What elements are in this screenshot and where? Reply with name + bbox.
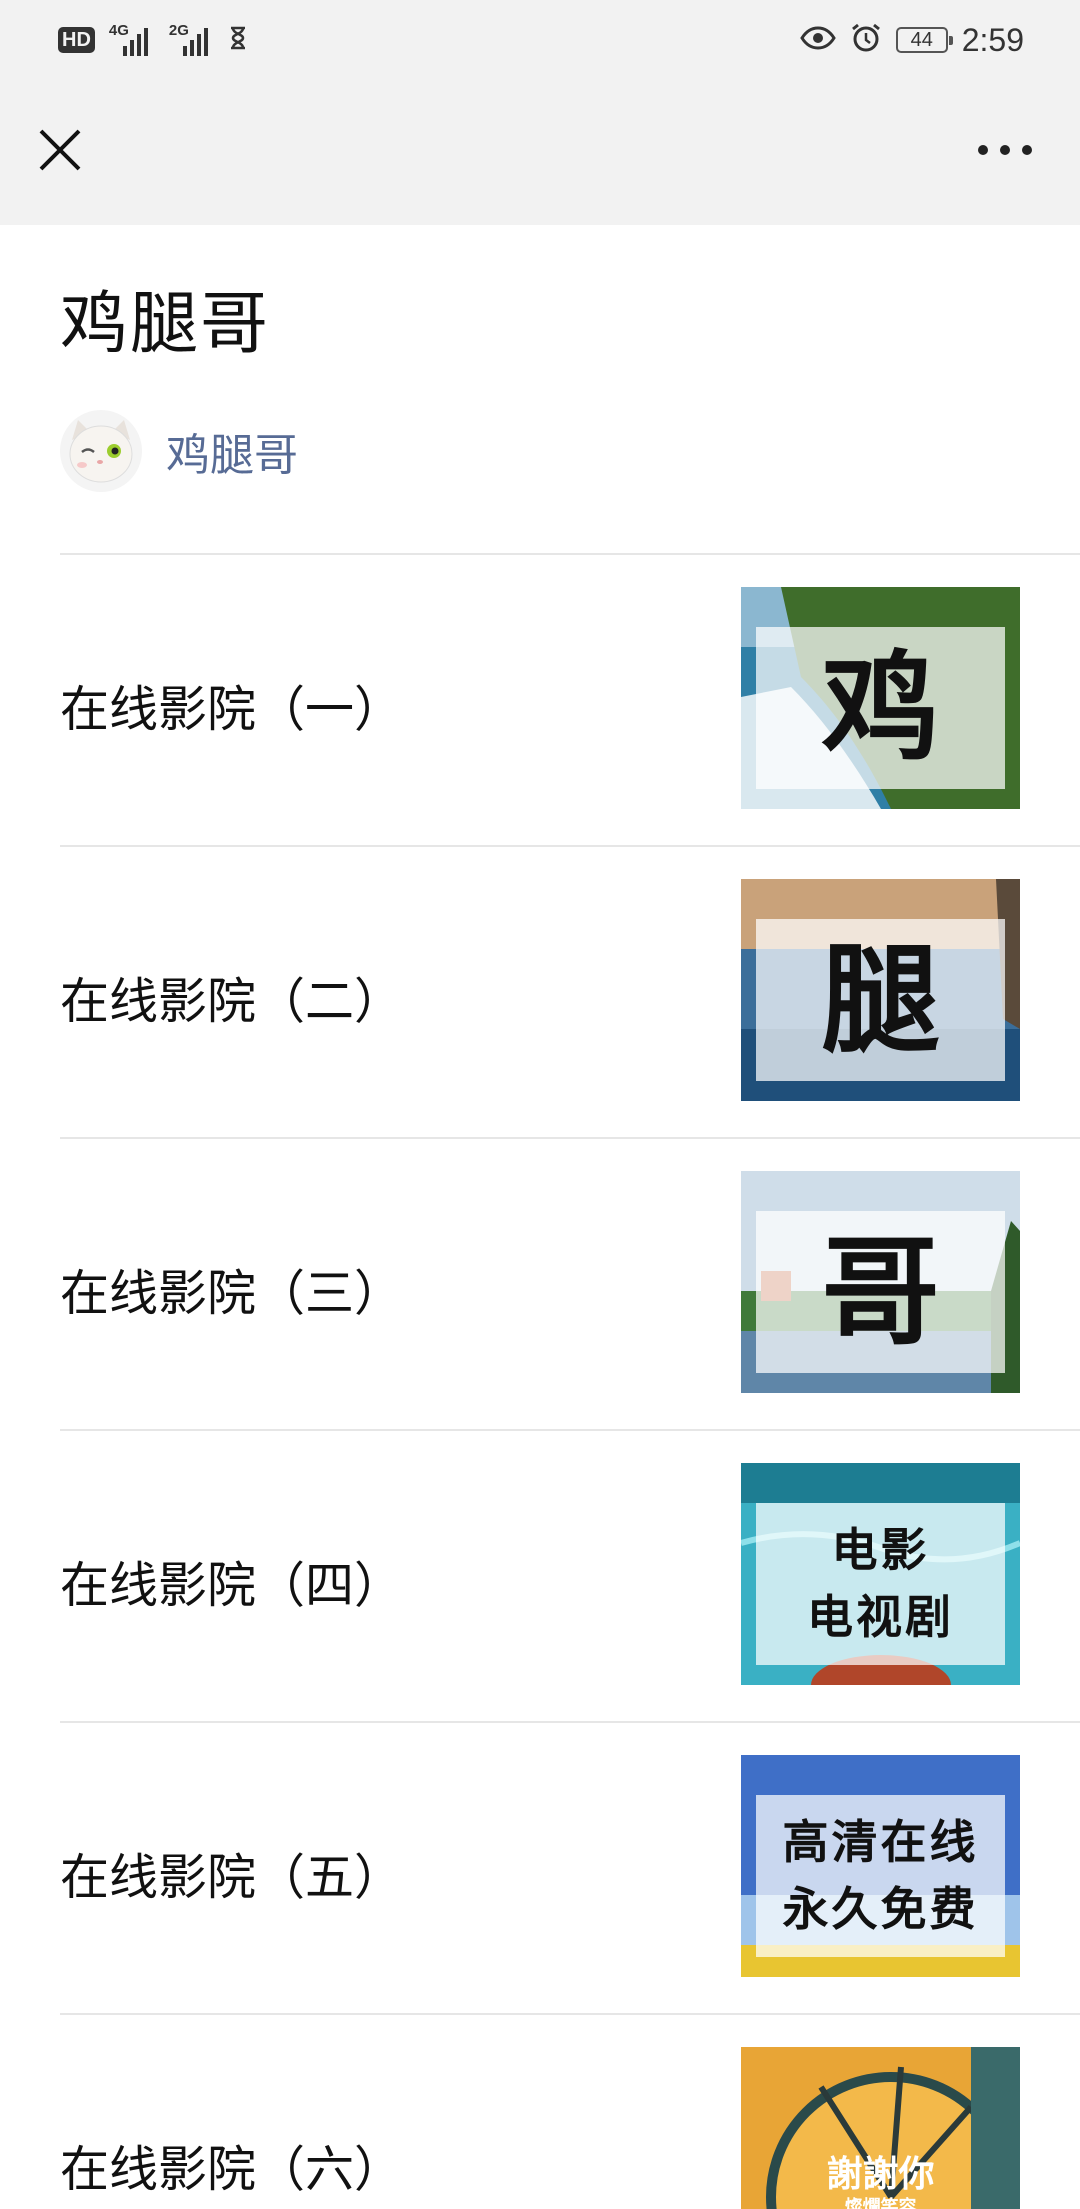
list-item-thumbnail[interactable]: 鸡 xyxy=(741,587,1020,809)
battery-indicator: 44 xyxy=(895,27,953,53)
eye-icon xyxy=(799,25,836,55)
clock-time: 2:59 xyxy=(961,21,1024,58)
thumbnail-char: 哥 xyxy=(821,1222,940,1361)
list-item-title: 在线影院（五） xyxy=(60,1849,404,1906)
thumbnail-char: 腿 xyxy=(821,930,940,1069)
list-item-thumbnail[interactable]: 腿 xyxy=(741,879,1020,1101)
more-button[interactable] xyxy=(970,120,1040,180)
list-item-thumbnail[interactable]: 哥 xyxy=(741,1171,1020,1393)
thumbnail-overlay: 电影 电视剧 xyxy=(756,1503,1005,1665)
list-item[interactable]: 在线影院（五） 高清在线 永久免费 xyxy=(0,1723,1080,2013)
thumbnail-subtitle: 燦爛笑容 xyxy=(844,2197,917,2209)
list-item[interactable]: 在线影院（一） 鸡 xyxy=(0,555,1080,845)
title-bar xyxy=(0,80,1080,225)
article-title: 鸡腿哥 xyxy=(60,285,271,364)
list-item-thumbnail[interactable]: 謝謝你 燦爛笑容 xyxy=(741,2047,1020,2209)
status-right: 44 2:59 xyxy=(799,20,1024,60)
status-bar: HD 4G 2G 44 2:59 xyxy=(0,0,1080,80)
thumbnail-overlay: 腿 xyxy=(756,919,1005,1081)
network-2g-label: 2G xyxy=(168,22,189,39)
list-item[interactable]: 在线影院（四） 电影 电视剧 xyxy=(0,1431,1080,1721)
list-item-thumbnail[interactable]: 高清在线 永久免费 xyxy=(741,1755,1020,1977)
status-left: HD 4G 2G xyxy=(58,22,247,58)
hd-badge: HD xyxy=(58,27,95,53)
thumbnail-overlay: 哥 xyxy=(756,1211,1005,1373)
list-item[interactable]: 在线影院（六） 謝謝你 燦爛笑容 xyxy=(0,2015,1080,2209)
thumbnail-overlay: 鸡 xyxy=(756,627,1005,789)
list-item-title: 在线影院（一） xyxy=(60,681,404,738)
alarm-icon xyxy=(850,22,882,58)
list-item[interactable]: 在线影院（三） 哥 xyxy=(0,1139,1080,1429)
thumbnail-line-1: 电影 xyxy=(831,1523,930,1578)
hourglass-icon xyxy=(229,26,247,54)
thumbnail-line-1: 高清在线 xyxy=(782,1815,979,1870)
list-item-title: 在线影院（四） xyxy=(60,1557,404,1614)
thumbnail-overlay: 高清在线 永久免费 xyxy=(756,1795,1005,1957)
signal-4g-icon: 4G xyxy=(108,22,155,56)
signal-2g-icon: 2G xyxy=(168,22,215,56)
more-icon xyxy=(978,145,1032,155)
list-item-thumbnail[interactable]: 电影 电视剧 xyxy=(741,1463,1020,1685)
author-name-link[interactable]: 鸡腿哥 xyxy=(166,419,298,483)
list-item[interactable]: 在线影院（二） 腿 xyxy=(0,847,1080,1137)
network-4g-label: 4G xyxy=(108,22,129,39)
thumbnail-char: 鸡 xyxy=(821,638,940,777)
list-item-title: 在线影院（二） xyxy=(60,973,404,1030)
thumbnail-line-2: 永久免费 xyxy=(782,1882,979,1936)
article-list: 在线影院（一） 鸡 在线影院（二） 腿 在线影院（三） 哥 在线影院（四） 电影… xyxy=(0,553,1080,2209)
close-icon xyxy=(39,129,81,171)
avatar[interactable] xyxy=(60,410,142,492)
list-item-title: 在线影院（六） xyxy=(60,2141,404,2198)
close-button[interactable] xyxy=(30,120,90,180)
thumbnail-title: 謝謝你 xyxy=(826,2153,935,2195)
author-row[interactable]: 鸡腿哥 xyxy=(60,410,298,492)
list-item-title: 在线影院（三） xyxy=(60,1265,404,1322)
thumbnail-line-2: 电视剧 xyxy=(807,1590,954,1644)
